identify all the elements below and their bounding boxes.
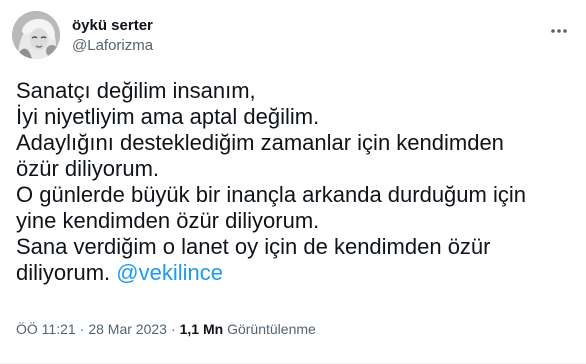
tweet-last-line-text: diliyorum. bbox=[16, 260, 111, 285]
author-names: öykü serter @Laforizma bbox=[72, 16, 153, 55]
more-options-button[interactable] bbox=[542, 14, 576, 48]
tweet-line: Sanatçı değilim insanım, bbox=[16, 78, 256, 103]
tweet-header: öykü serter @Laforizma bbox=[12, 10, 153, 60]
avatar-photo bbox=[12, 11, 60, 59]
tweet-line: özür diliyorum. bbox=[16, 156, 160, 181]
author-display-name[interactable]: öykü serter bbox=[72, 16, 153, 35]
tweet-line: O günlerde büyük bir inançla arkanda dur… bbox=[16, 182, 526, 207]
author-handle[interactable]: @Laforizma bbox=[72, 36, 153, 55]
tweet-time[interactable]: ÖÖ 11:21 bbox=[16, 321, 76, 337]
views-label: Görüntülenme bbox=[227, 321, 316, 337]
tweet-meta: ÖÖ 11:21 · 28 Mar 2023 · 1,1 Mn Görüntülenme bbox=[16, 320, 316, 338]
avatar[interactable] bbox=[12, 11, 60, 59]
tweet-line: Sana verdiğim o lanet oy için de kendimd… bbox=[16, 234, 491, 259]
meta-separator: · bbox=[79, 321, 85, 337]
mention-link[interactable]: @vekilince bbox=[116, 260, 223, 285]
tweet-line-last: diliyorum. @vekilince bbox=[16, 260, 572, 286]
meta-separator: · bbox=[170, 321, 176, 337]
views-count: 1,1 Mn bbox=[179, 321, 224, 337]
tweet-card: öykü serter @Laforizma Sanatçı değilim i… bbox=[0, 0, 586, 364]
tweet-date[interactable]: 28 Mar 2023 bbox=[88, 321, 167, 337]
tweet-line: Adaylığını desteklediğim zamanlar için k… bbox=[16, 130, 504, 155]
tweet-text: Sanatçı değilim insanım, İyi niyetliyim … bbox=[16, 78, 572, 286]
more-dots-icon bbox=[551, 29, 567, 33]
tweet-line: yine kendimden özür diliyorum. bbox=[16, 208, 320, 233]
tweet-line: İyi niyetliyim ama aptal değilim. bbox=[16, 104, 320, 129]
